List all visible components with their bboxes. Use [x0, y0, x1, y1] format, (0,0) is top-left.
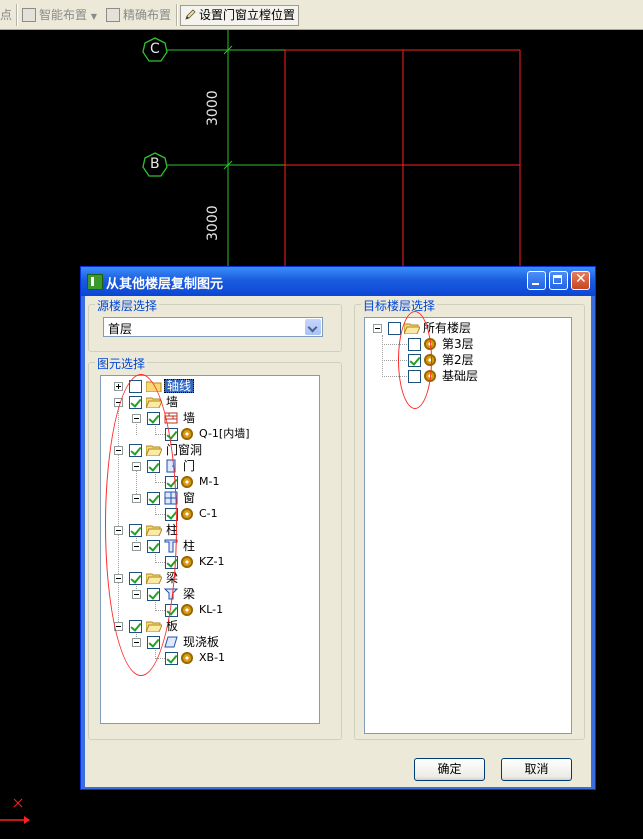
close-icon: ✕	[575, 271, 587, 287]
tree-label: 轴线	[164, 379, 195, 393]
source-floor-select[interactable]: 首层	[103, 317, 323, 337]
toolbar-separator	[176, 4, 178, 26]
tree-label: 第2层	[442, 353, 474, 367]
toolbar-point-button[interactable]: 点	[0, 5, 12, 25]
precise-place-label: 精确布置	[123, 8, 172, 22]
close-button[interactable]: ✕	[571, 271, 590, 290]
component-icon	[181, 604, 193, 616]
tree-label: 基础层	[442, 369, 479, 383]
source-floor-value: 首层	[108, 322, 133, 336]
pencil-icon	[185, 8, 196, 20]
tree-checkbox[interactable]	[165, 652, 178, 665]
set-door-window-position-label: 设置门窗立樘位置	[199, 8, 296, 22]
tree-label: 门	[183, 459, 196, 473]
app-icon	[87, 274, 103, 290]
ok-button[interactable]: 确定	[414, 758, 485, 781]
axis-label-c: C	[150, 41, 160, 57]
component-icon	[181, 652, 193, 664]
tree-label: 所有楼层	[423, 321, 472, 335]
maximize-button[interactable]	[549, 271, 568, 290]
tree-label: XB-1	[199, 651, 226, 664]
tree-label: 柱	[183, 539, 196, 553]
tree-label: 第3层	[442, 337, 474, 351]
slab-icon	[164, 636, 178, 648]
dialog-client: 源楼层选择 首层 图元选择 轴线 墙 墙 Q-1[内墙] 门窗洞 门 M-1 窗…	[85, 296, 591, 787]
toolbar: 点 智能布置 ▼ 精确布置 设置门窗立樘位置	[0, 0, 643, 30]
dropdown-arrow-icon: ▼	[90, 12, 97, 21]
chevron-down-icon[interactable]	[305, 319, 321, 335]
component-icon	[181, 556, 193, 568]
target-floor-tree[interactable]: 所有楼层 第3层 第2层 基础层	[364, 317, 572, 734]
tree-node-floor-3[interactable]: 第3层	[365, 337, 571, 351]
annotation-ellipse	[398, 311, 432, 409]
tree-label: M-1	[199, 475, 220, 488]
tree-node-all-floors[interactable]: 所有楼层	[365, 321, 571, 335]
tree-label: 现浇板	[183, 635, 220, 649]
tree-label: C-1	[199, 507, 218, 520]
precise-place-button[interactable]: 精确布置	[106, 5, 171, 25]
element-group-title: 图元选择	[95, 355, 148, 372]
smart-place-button[interactable]: 智能布置 ▼	[22, 5, 97, 25]
tree-label: KL-1	[199, 603, 224, 616]
dialog-title: 从其他楼层复制图元	[106, 277, 224, 292]
dimension-label: 3000	[205, 205, 221, 241]
axis-label-b: B	[150, 156, 160, 172]
tree-label: 窗	[183, 491, 196, 505]
target-floor-group-title: 目标楼层选择	[361, 297, 438, 314]
cancel-button[interactable]: 取消	[501, 758, 572, 781]
smart-place-icon	[22, 7, 36, 22]
dialog-titlebar[interactable]: 从其他楼层复制图元 ✕	[81, 267, 595, 296]
toolbar-point-label: 点	[0, 8, 13, 22]
tree-checkbox[interactable]	[388, 322, 401, 335]
tree-label: 梁	[183, 587, 196, 601]
annotation-ellipse	[105, 374, 177, 676]
expand-icon[interactable]	[114, 382, 123, 391]
minimize-icon	[532, 283, 539, 285]
tree-label: Q-1[内墙]	[199, 427, 250, 440]
tree-label: 墙	[183, 411, 196, 425]
dimension-label: 3000	[205, 90, 221, 126]
smart-place-label: 智能布置	[39, 8, 88, 22]
component-icon	[181, 428, 193, 440]
copy-elements-dialog: 从其他楼层复制图元 ✕ 源楼层选择 首层 图元选择 轴线 墙 墙 Q-1[内墙]…	[80, 266, 596, 790]
component-icon	[181, 508, 193, 520]
precise-place-icon	[106, 7, 120, 22]
component-icon	[181, 476, 193, 488]
tree-node-floor-2[interactable]: 第2层	[365, 353, 571, 367]
origin-arrow-head	[24, 816, 30, 824]
tree-label: KZ-1	[199, 555, 225, 568]
source-floor-group-title: 源楼层选择	[95, 297, 160, 314]
toolbar-separator	[16, 4, 18, 26]
tree-label: 墙	[166, 395, 179, 409]
maximize-icon	[553, 275, 562, 284]
minimize-button[interactable]	[527, 271, 546, 290]
tree-node-foundation[interactable]: 基础层	[365, 369, 571, 383]
collapse-icon[interactable]	[373, 324, 382, 333]
set-door-window-position-button[interactable]: 设置门窗立樘位置	[180, 5, 300, 26]
